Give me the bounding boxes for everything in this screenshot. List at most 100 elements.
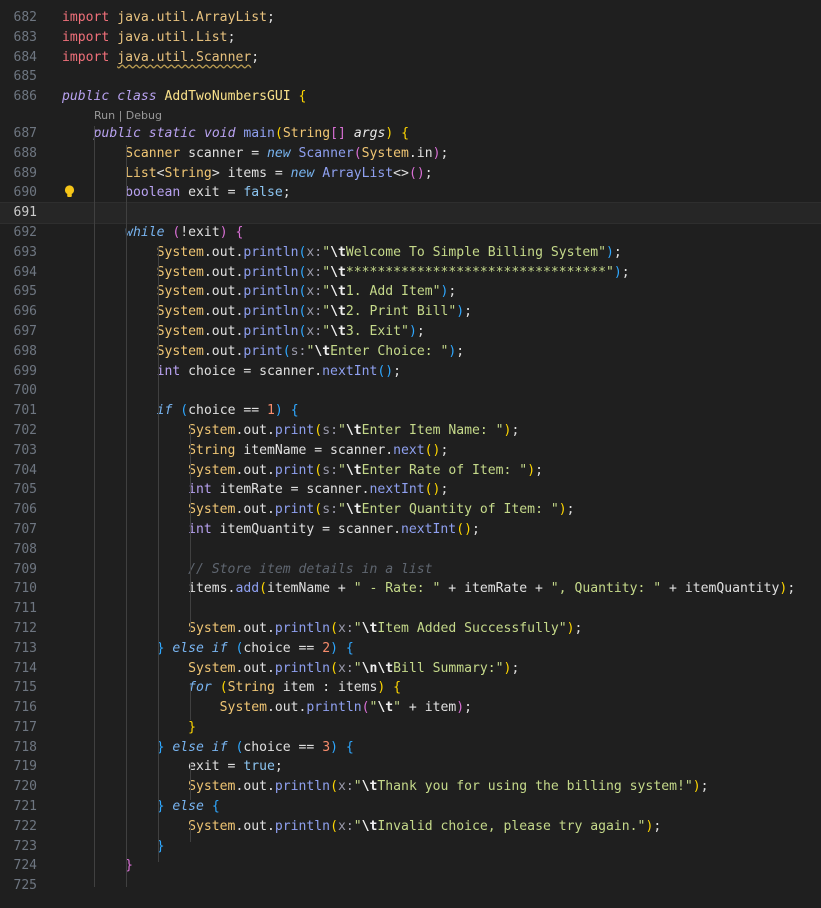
line-number: 712 (13, 620, 37, 636)
code-line[interactable]: 713 } else if (choice == 2) { (0, 639, 821, 659)
code-line[interactable]: 721 } else { (0, 797, 821, 817)
code-line[interactable]: 701 if (choice == 1) { (0, 401, 821, 421)
code-token: ; (456, 343, 465, 359)
code-token: 2 (322, 640, 331, 656)
code-token: ( (314, 462, 323, 478)
code-token: ", Quantity: " (550, 581, 662, 597)
line-number: 707 (13, 521, 37, 537)
code-line[interactable]: 702 System.out.print(s:"\tEnter Item Nam… (0, 421, 821, 441)
code-editor[interactable]: 682 import java.util.ArrayList; 683 import … (0, 8, 821, 896)
indent-guide (190, 685, 191, 720)
code-line[interactable]: 692 while (!exit) { (0, 223, 821, 243)
code-token: String (164, 165, 212, 181)
lightbulb-icon[interactable] (64, 185, 75, 198)
code-line[interactable]: 690 boolean exit = false; (0, 183, 821, 203)
code-line[interactable]: 688 Scanner scanner = new Scanner(System… (0, 144, 821, 164)
code-token: .out. (235, 422, 275, 438)
line-number: 691 (13, 205, 37, 221)
code-line[interactable]: 685 (0, 67, 821, 87)
codelens-debug-link[interactable]: Debug (126, 109, 162, 122)
code-token: System (361, 145, 409, 161)
code-line[interactable]: 723 } (0, 837, 821, 857)
code-line[interactable]: 711 (0, 599, 821, 619)
code-line[interactable]: 705 int itemRate = scanner.nextInt(); (0, 480, 821, 500)
codelens-separator: | (115, 108, 126, 122)
code-line[interactable]: 722 System.out.println(x:"\tInvalid choi… (0, 817, 821, 837)
code-token: { (211, 799, 220, 815)
code-line[interactable]: 707 int itemQuantity = scanner.nextInt()… (0, 520, 821, 540)
line-number: 720 (13, 779, 37, 795)
code-line[interactable]: 691 (0, 202, 821, 224)
code-text: System.out.println("\t" + item); (62, 698, 472, 718)
code-line[interactable]: 704 System.out.print(s:"\tEnter Rate of … (0, 461, 821, 481)
code-line[interactable]: 720 System.out.println(x:"\tThank you fo… (0, 777, 821, 797)
code-token: ( (274, 125, 283, 141)
code-token: System (188, 660, 236, 676)
code-line[interactable]: 697 System.out.println(x:"\t3. Exit"); (0, 322, 821, 342)
code-line[interactable]: 700 (0, 381, 821, 401)
code-line[interactable]: 706 System.out.print(s:"\tEnter Quantity… (0, 500, 821, 520)
code-token: println (243, 244, 299, 260)
code-line[interactable]: 699 int choice = scanner.nextInt(); (0, 362, 821, 382)
code-token: next (393, 442, 425, 458)
code-line[interactable]: 717 } (0, 718, 821, 738)
code-line[interactable]: 687 public static void main(String[] arg… (0, 124, 821, 144)
code-line[interactable]: 710 items.add(itemName + " - Rate: " + i… (0, 579, 821, 599)
line-number: 711 (13, 601, 37, 617)
code-line[interactable]: 683 import java.util.List; (0, 28, 821, 48)
code-line[interactable]: 696 System.out.println(x:"\t2. Print Bil… (0, 302, 821, 322)
code-line[interactable]: 698 System.out.print(s:"\tEnter Choice: … (0, 342, 821, 362)
line-number: 722 (13, 818, 37, 834)
code-text: import java.util.ArrayList; (62, 8, 275, 28)
code-line[interactable]: 689 List<String> items = new ArrayList<>… (0, 164, 821, 184)
code-line[interactable]: 682 import java.util.ArrayList; (0, 8, 821, 28)
code-token: ; (566, 502, 575, 518)
code-token: else if (172, 739, 228, 755)
code-token: { (290, 403, 299, 419)
code-text: System.out.println(x:"\t3. Exit"); (62, 322, 425, 342)
line-number: 693 (13, 244, 37, 260)
code-token: .out. (235, 660, 275, 676)
code-line[interactable]: 703 String itemName = scanner.next(); (0, 441, 821, 461)
code-text: public static void main(String[] args) { (62, 124, 409, 144)
code-line[interactable]: 714 System.out.println(x:"\n\tBill Summa… (0, 659, 821, 679)
code-token: ) (613, 264, 622, 280)
code-token: + item (401, 700, 457, 716)
code-token: { (298, 89, 307, 105)
code-line[interactable]: 724 } (0, 856, 821, 876)
code-line[interactable]: 694 System.out.println(x:"\t************… (0, 263, 821, 283)
codelens-run-link[interactable]: Run (94, 109, 115, 122)
code-line[interactable]: 684 import java.util.Scanner; (0, 48, 821, 68)
code-line[interactable]: 718 } else if (choice == 3) { (0, 738, 821, 758)
code-token: .out. (235, 779, 275, 795)
code-line[interactable]: 693 System.out.println(x:"\tWelcome To S… (0, 243, 821, 263)
code-token: \t (345, 462, 362, 478)
code-line[interactable]: 712 System.out.println(x:"\tItem Added S… (0, 619, 821, 639)
code-line[interactable]: 719 exit = true; (0, 757, 821, 777)
code-line[interactable]: 715 for (String item : items) { (0, 678, 821, 698)
code-token: x: (337, 660, 354, 676)
code-token: ; (448, 284, 457, 300)
code-token: Scanner (125, 145, 181, 161)
code-line[interactable]: 708 (0, 540, 821, 560)
code-token: ) (456, 304, 465, 320)
code-token: itemName = scanner. (235, 442, 394, 458)
code-text: while (!exit) { (62, 223, 243, 243)
code-line[interactable]: 695 System.out.println(x:"\t1. Add Item"… (0, 282, 821, 302)
line-number: 705 (13, 482, 37, 498)
code-line[interactable]: 709 // Store item details in a list (0, 560, 821, 580)
code-token: public (93, 125, 141, 141)
code-token: " (353, 620, 362, 636)
code-line[interactable]: 716 System.out.println("\t" + item); (0, 698, 821, 718)
code-token: () (424, 442, 441, 458)
code-token: \t (314, 343, 331, 359)
code-line[interactable]: 686 public class AddTwoNumbersGUI { (0, 87, 821, 107)
code-token: int (188, 482, 212, 498)
code-line[interactable]: 725 (0, 876, 821, 896)
code-token: ( (180, 403, 189, 419)
code-token: choice == (243, 739, 323, 755)
